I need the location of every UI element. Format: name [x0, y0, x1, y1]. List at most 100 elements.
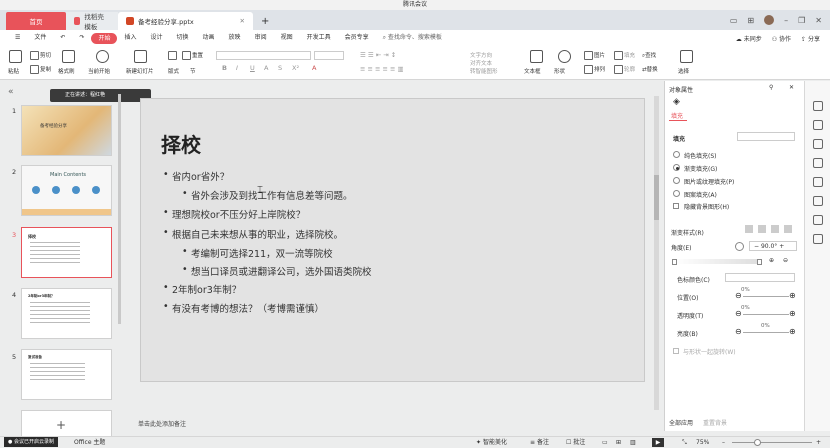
zoom-slider-knob[interactable] [754, 439, 761, 446]
transparency-plus-icon[interactable]: ⊕ [789, 309, 796, 318]
thumbnails-scrollbar[interactable] [118, 94, 121, 324]
radio-picture[interactable] [673, 177, 680, 184]
find-button[interactable]: ⌕查找 [642, 51, 656, 60]
hide-bg-checkbox[interactable] [673, 203, 679, 209]
stop-color-select[interactable] [725, 273, 795, 282]
beautify-button[interactable]: ✦ 智能美化 [476, 437, 507, 448]
bullet-6[interactable]: 想当口译员或进翻译公司，选外国语类院校 [182, 264, 371, 278]
add-stop-icon[interactable]: ⊕ [769, 257, 774, 264]
gradient-path-icon[interactable] [784, 225, 792, 233]
slide-scrollbar-thumb[interactable] [654, 175, 659, 220]
select-icon[interactable] [680, 50, 693, 63]
text-direction-button[interactable]: 文字方向 [470, 51, 492, 59]
paste-icon[interactable] [9, 50, 22, 63]
strike-icon[interactable]: A [264, 64, 268, 72]
reading-view-icon[interactable]: ▥ [630, 437, 636, 448]
gradient-bar[interactable] [673, 259, 761, 264]
tab-template[interactable]: 找稻壳模板 [66, 12, 118, 31]
new-slide-button[interactable]: 新建幻灯片 [126, 67, 154, 75]
gradient-radial-icon[interactable] [758, 225, 766, 233]
slide-thumb-4[interactable]: 2年制or3年制？ [21, 288, 112, 339]
collapse-icon[interactable]: « [8, 87, 14, 97]
slide-thumb-5[interactable]: 复试准备 [21, 349, 112, 400]
menu-home[interactable]: 开始 [91, 32, 118, 44]
new-slide-icon[interactable] [134, 50, 147, 63]
format-painter-button[interactable]: 格式刷 [58, 67, 75, 75]
redo-icon[interactable]: ↷ [72, 30, 91, 46]
bullet-7[interactable]: 2年制or3年制？ [163, 282, 241, 296]
notes-area[interactable]: 单击此处添加备注 [120, 418, 660, 431]
menu-transition[interactable]: 切换 [170, 30, 196, 46]
layout-dropdown[interactable]: 版式 [168, 67, 179, 75]
animation-icon[interactable] [813, 196, 823, 206]
bullet-5[interactable]: 考编制可选择211，双一流等院校 [182, 246, 333, 260]
copy-format-icon[interactable] [813, 139, 823, 149]
textbox-button[interactable]: 文本框 [524, 67, 541, 75]
transparency-slider[interactable] [743, 314, 789, 315]
brightness-plus-icon[interactable]: ⊕ [789, 327, 796, 336]
transparency-minus-icon[interactable]: ⊖ [735, 309, 742, 318]
format-painter-icon[interactable] [62, 50, 75, 63]
fill-button[interactable]: 填充 [614, 51, 635, 60]
zoom-out-icon[interactable]: – [722, 437, 725, 448]
more-icon[interactable] [813, 234, 823, 244]
color-stop-end[interactable] [757, 259, 762, 265]
properties-icon[interactable] [813, 101, 823, 111]
close-window-icon[interactable]: ✕ [815, 16, 822, 25]
bullet-4[interactable]: 根据自己未来想从事的职业，选择院校。 [163, 227, 343, 241]
share-button[interactable]: ⇪ 分享 [801, 34, 820, 43]
panel-close-icon[interactable]: ✕ [789, 84, 794, 91]
grid-icon[interactable]: ⊞ [747, 16, 754, 25]
option-solid[interactable]: 纯色填充(S) [684, 151, 717, 160]
chart-icon[interactable] [813, 158, 823, 168]
slide-scrollbar[interactable] [654, 96, 659, 410]
normal-view-icon[interactable]: ▭ [602, 437, 608, 448]
menu-icon[interactable]: ☰ [8, 30, 27, 46]
brightness-minus-icon[interactable]: ⊖ [735, 327, 742, 336]
color-stop-start[interactable] [672, 259, 677, 265]
unsynced-status[interactable]: ☁ 未同步 [736, 34, 762, 43]
copy-button[interactable]: 复制 [30, 65, 51, 74]
cut-button[interactable]: 剪切 [30, 51, 51, 60]
minimize-icon[interactable]: – [784, 16, 788, 25]
position-plus-icon[interactable]: ⊕ [789, 291, 796, 300]
font-color-icon[interactable]: A [312, 64, 316, 72]
menu-insert[interactable]: 插入 [117, 30, 143, 46]
layout-button[interactable] [168, 51, 178, 60]
option-picture[interactable]: 图片或纹理填充(P) [684, 177, 734, 186]
option-gradient[interactable]: 渐变填充(G) [684, 164, 717, 173]
angle-dial[interactable] [735, 242, 744, 251]
avatar[interactable] [764, 15, 775, 25]
menu-slideshow[interactable]: 放映 [222, 30, 248, 46]
tab-home[interactable]: 首页 [6, 12, 66, 30]
slide-thumb-1[interactable]: 备考经验分享 [21, 105, 112, 156]
add-slide-button[interactable]: + [56, 418, 66, 432]
option-pattern[interactable]: 图案填充(A) [684, 190, 717, 199]
comments-button[interactable]: ☐ 批注 [566, 437, 585, 448]
radio-gradient[interactable] [673, 164, 680, 171]
arrange-button[interactable]: 排列 [584, 65, 605, 74]
font-size-select[interactable] [314, 51, 344, 60]
underline-icon[interactable]: U [250, 64, 255, 72]
slide-thumb-2[interactable]: Main Contents [21, 165, 112, 216]
align-icons[interactable]: ≡ ≡ ≡ ≡ ≡ ▥ [360, 65, 404, 73]
font-name-select[interactable] [216, 51, 311, 60]
superscript-icon[interactable]: X² [292, 64, 299, 72]
close-icon[interactable]: ✕ [240, 17, 245, 25]
zoom-in-icon[interactable]: + [816, 437, 821, 448]
menu-file[interactable]: 文件 [27, 30, 53, 46]
star-icon[interactable] [813, 177, 823, 187]
cursor-select-icon[interactable] [813, 120, 823, 130]
fill-color-select[interactable] [737, 132, 795, 141]
notes-button[interactable]: ≡ 备注 [530, 437, 549, 448]
radio-solid[interactable] [673, 151, 680, 158]
slide-canvas[interactable]: 择校 省内or省外？ 省外会涉及到找工作有信息差等问题。 理想院校or不压分好上… [140, 98, 645, 382]
paste-button[interactable]: 粘贴 [8, 67, 19, 75]
tab-document[interactable]: 备考经验分享.pptx ✕ [118, 12, 253, 30]
shape-icon[interactable] [558, 50, 571, 63]
search-command[interactable]: ⌕ 查找命令、搜索模板 [376, 30, 449, 46]
shape-button[interactable]: 形状 [554, 67, 565, 75]
sorter-view-icon[interactable]: ⊞ [616, 437, 621, 448]
zoom-value[interactable]: 75% [696, 437, 709, 448]
fill-bucket-icon[interactable]: ◈ [673, 97, 680, 107]
